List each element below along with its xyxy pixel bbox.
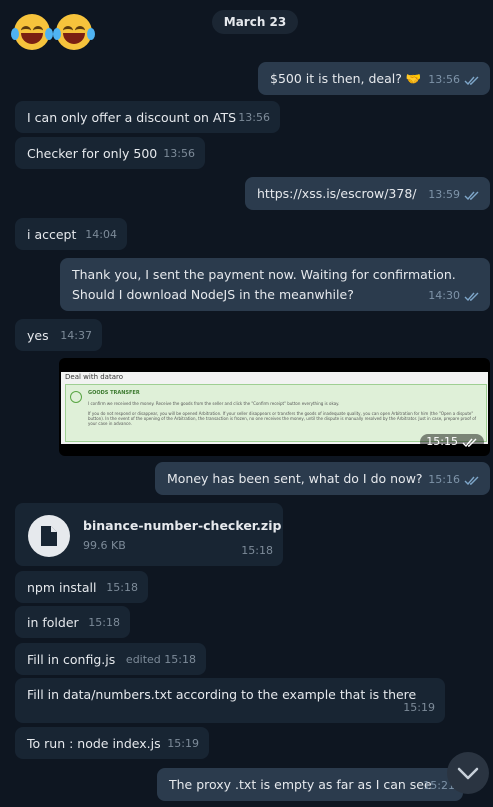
message-time: 14:30: [428, 289, 460, 302]
message-time: 13:56: [238, 111, 270, 124]
emoji-message: [11, 14, 95, 54]
double-check-icon: [464, 476, 479, 485]
message-time: edited 15:18: [125, 653, 196, 666]
screenshot-image: Deal with dataro GOODS TRANSFER I confir…: [61, 372, 488, 444]
message-time: 15:15: [426, 435, 458, 448]
message-time: 13:56: [163, 147, 195, 160]
message-outgoing[interactable]: https://xss.is/escrow/378/ 13:59: [245, 177, 490, 210]
message-incoming[interactable]: To run : node index.js 15:19: [15, 727, 209, 759]
double-check-icon: [464, 191, 479, 200]
message-text: in folder: [27, 615, 79, 630]
double-check-icon: [462, 438, 477, 447]
file-message[interactable]: binance-number-checker.zip 99.6 KB 15:18: [15, 503, 283, 566]
message-incoming[interactable]: Fill in config.js edited 15:18: [15, 643, 206, 675]
message-text: $500 it is then, deal? 🤝: [270, 71, 422, 86]
goods-transfer-notice: GOODS TRANSFER I confirm we received the…: [65, 384, 487, 442]
message-link[interactable]: https://xss.is/escrow/378/: [257, 185, 417, 202]
message-time: 15:18: [106, 581, 138, 594]
message-incoming[interactable]: yes 14:37: [15, 319, 102, 351]
message-text: I can only offer a discount on ATS: [27, 110, 237, 125]
message-text: yes: [27, 328, 49, 343]
file-size: 99.6 KB: [83, 539, 126, 552]
screenshot-header: Deal with dataro: [65, 373, 124, 381]
screenshot-line: If you do not respond or disappear, you …: [88, 411, 477, 426]
message-incoming[interactable]: Fill in data/numbers.txt according to th…: [15, 678, 445, 723]
screenshot-line: I confirm we received the money. Receive…: [88, 401, 340, 406]
message-incoming[interactable]: I can only offer a discount on ATS 13:56: [15, 101, 280, 133]
message-incoming[interactable]: in folder 15:18: [15, 606, 130, 638]
laughing-tears-emoji-icon: [53, 14, 95, 50]
message-outgoing[interactable]: $500 it is then, deal? 🤝 13:56: [258, 62, 490, 95]
double-check-icon: [464, 76, 479, 85]
message-text: Fill in data/numbers.txt according to th…: [27, 687, 417, 702]
message-time: 13:59: [428, 188, 460, 201]
image-message[interactable]: Deal with dataro GOODS TRANSFER I confir…: [59, 358, 490, 456]
message-time: 15:18: [241, 544, 273, 557]
message-outgoing[interactable]: Money has been sent, what do I do now? 1…: [155, 462, 490, 495]
message-outgoing[interactable]: Thank you, I sent the payment now. Waiti…: [60, 258, 490, 311]
laughing-tears-emoji-icon: [11, 14, 53, 50]
message-text: Money has been sent, what do I do now?: [167, 471, 423, 486]
message-outgoing[interactable]: The proxy .txt is empty as far as I can …: [157, 768, 463, 801]
message-time: 14:04: [85, 228, 117, 241]
scroll-down-button[interactable]: [447, 752, 489, 794]
message-time: 15:16: [428, 473, 460, 486]
message-text-line: Thank you, I sent the payment now. Waiti…: [72, 267, 456, 282]
message-text: To run : node index.js: [27, 736, 161, 751]
message-text: i accept: [27, 227, 77, 242]
double-check-icon: [464, 292, 479, 301]
message-text: Checker for only 500: [27, 146, 158, 161]
message-text: The proxy .txt is empty as far as I can …: [169, 777, 432, 792]
message-incoming[interactable]: i accept 14:04: [15, 218, 127, 250]
chevron-down-icon: [457, 767, 479, 780]
message-text: Fill in config.js: [27, 652, 116, 667]
check-circle-icon: [70, 391, 82, 403]
message-time: 15:18: [88, 616, 120, 629]
message-time: 13:56: [428, 73, 460, 86]
date-separator: March 23: [212, 10, 298, 34]
file-name[interactable]: binance-number-checker.zip: [83, 517, 281, 534]
message-time: 15:19: [403, 701, 435, 714]
message-text-line: Should I download NodeJS in the meanwhil…: [72, 287, 354, 302]
message-text: npm install: [27, 580, 97, 595]
message-incoming[interactable]: Checker for only 500 13:56: [15, 137, 205, 169]
message-time: 15:19: [167, 737, 199, 750]
message-time: 14:37: [60, 329, 92, 342]
message-incoming[interactable]: npm install 15:18: [15, 571, 148, 603]
file-icon[interactable]: [28, 515, 70, 557]
screenshot-title: GOODS TRANSFER: [88, 390, 140, 396]
